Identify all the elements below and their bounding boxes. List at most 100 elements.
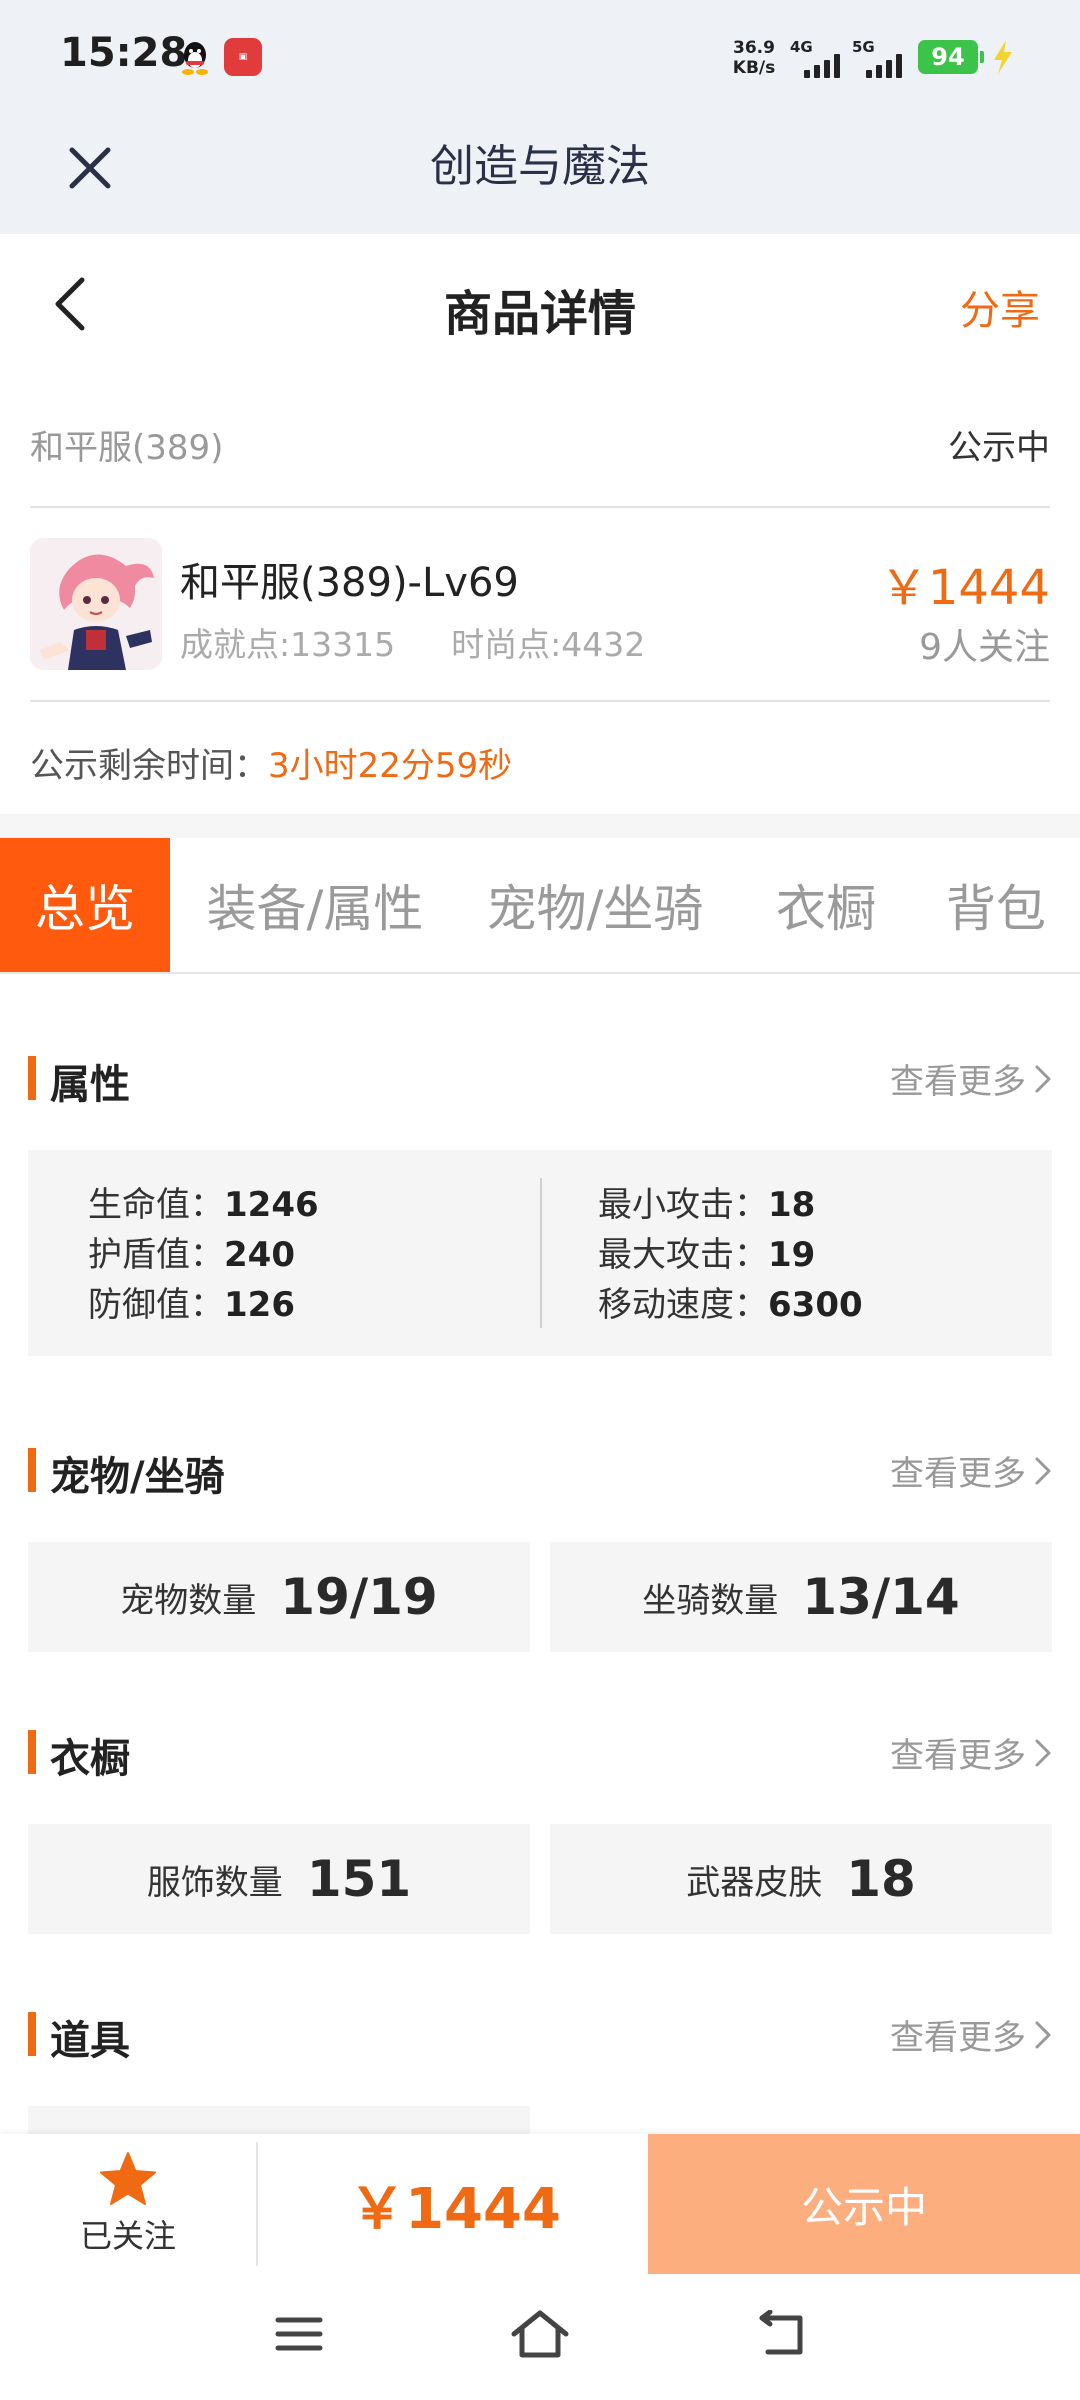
net-speed-value: 36.9 [733, 38, 775, 58]
divider [256, 2142, 258, 2266]
status-bar: 15:28 ▣ 36.9 KB/s 4G 5G 94 [0, 0, 1080, 118]
outfit-count-card: 服饰数量 151 [28, 1824, 530, 1934]
attribute-label: 最大攻击： [598, 1235, 768, 1275]
achievement-points: 成就点:13315 [180, 625, 396, 664]
net-speed-unit: KB/s [732, 58, 776, 78]
attribute-divider [540, 1178, 542, 1328]
section-accent-bar [28, 1730, 36, 1774]
section-title: 属性 [50, 1062, 130, 1108]
signal-4g: 4G [790, 38, 842, 78]
tab-bar: 总览 装备/属性 宠物/坐骑 衣橱 背包 [0, 838, 1080, 974]
attribute-column-right: 最小攻击：18 最大攻击：19 移动速度：6300 [598, 1180, 863, 1330]
attribute-row: 移动速度：6300 [598, 1280, 863, 1330]
character-avatar [30, 538, 162, 670]
menu-button[interactable] [264, 2304, 334, 2364]
publicity-button[interactable]: 公示中 [648, 2134, 1080, 2274]
tab-backpack[interactable]: 背包 [926, 838, 1066, 972]
attribute-row: 护盾值：240 [88, 1230, 319, 1280]
chevron-right-icon [1035, 1065, 1051, 1092]
stat-label: 服饰数量 [146, 1862, 283, 1903]
attribute-label: 移动速度： [598, 1285, 768, 1325]
item-card [28, 2106, 530, 2136]
publicity-status: 公示中 [948, 428, 1050, 468]
attribute-value: 1246 [224, 1185, 319, 1225]
back-system-button[interactable] [746, 2304, 816, 2364]
chevron-right-icon [1035, 1739, 1051, 1766]
page-title: 商品详情 [443, 286, 636, 342]
remaining-time-value: 3小时22分59秒 [268, 746, 513, 786]
attribute-value: 19 [768, 1235, 816, 1275]
section-header-attributes: 属性 查看更多 [28, 1048, 1052, 1108]
attribute-row: 防御值：126 [88, 1280, 319, 1330]
follower-count: 9人关注 [919, 627, 1050, 668]
attribute-row: 最小攻击：18 [598, 1180, 863, 1230]
fashion-points: 时尚点:4432 [451, 625, 646, 664]
signal-5g: 5G [852, 38, 912, 78]
tab-wardrobe[interactable]: 衣橱 [756, 838, 896, 972]
attribute-value: 126 [224, 1285, 295, 1325]
attribute-label: 生命值： [88, 1185, 224, 1225]
product-meta: 成就点:13315 时尚点:4432 [180, 618, 701, 666]
section-title: 道具 [50, 2018, 130, 2064]
view-more-link[interactable]: 查看更多 [890, 1728, 1052, 1777]
signal-icon [866, 52, 902, 78]
stat-label: 宠物数量 [120, 1580, 257, 1621]
product-card[interactable]: 和平服(389)-Lv69 成就点:13315 时尚点:4432 ￥1444 9人… [30, 536, 1050, 676]
charging-icon [994, 40, 1012, 74]
remaining-time: 公示剩余时间：3小时22分59秒 [30, 738, 512, 787]
view-more-link[interactable]: 查看更多 [890, 1054, 1052, 1103]
chevron-right-icon [1035, 2021, 1051, 2048]
attribute-row: 生命值：1246 [88, 1180, 319, 1230]
attribute-label: 护盾值： [88, 1235, 224, 1275]
follow-label: 已关注 [79, 2217, 176, 2255]
section-header-wardrobe: 衣橱 查看更多 [28, 1722, 1052, 1782]
battery-level: 94 [931, 43, 965, 71]
mini-program-header: 创造与魔法 [0, 118, 1080, 234]
app-notification-icon: ▣ [224, 38, 262, 76]
attribute-value: 6300 [768, 1285, 863, 1325]
home-button[interactable] [505, 2304, 575, 2364]
follow-button[interactable]: 已关注 [0, 2134, 256, 2274]
star-icon [100, 2152, 156, 2205]
section-title: 衣橱 [50, 1736, 130, 1782]
stat-value: 19/19 [280, 1568, 438, 1626]
stat-label: 坐骑数量 [642, 1580, 779, 1621]
section-accent-bar [28, 1448, 36, 1492]
view-more-label: 查看更多 [890, 2018, 1026, 2058]
signal-icon [804, 52, 840, 78]
view-more-label: 查看更多 [890, 1062, 1026, 1102]
character-avatar-image [30, 538, 162, 670]
tab-pets[interactable]: 宠物/坐骑 [470, 838, 720, 972]
chevron-right-icon [1035, 1457, 1051, 1484]
net-speed: 36.9 KB/s [726, 38, 782, 78]
stat-value: 18 [846, 1850, 916, 1908]
mini-program-title: 创造与魔法 [430, 141, 650, 192]
server-row: 和平服(389) 公示中 [30, 414, 1050, 474]
server-name: 和平服(389) [30, 428, 224, 468]
divider [30, 700, 1050, 702]
status-time: 15:28 [60, 30, 188, 76]
attribute-row: 最大攻击：19 [598, 1230, 863, 1280]
page-nav: 商品详情 分享 [0, 234, 1080, 374]
attribute-panel: 生命值：1246 护盾值：240 防御值：126 最小攻击：18 最大攻击：19… [28, 1150, 1052, 1356]
bottom-price: ￥1444 [349, 2176, 561, 2242]
attribute-value: 240 [224, 1235, 295, 1275]
product-price: ￥1444 [879, 560, 1050, 616]
tab-equipment[interactable]: 装备/属性 [190, 838, 440, 972]
section-accent-bar [28, 1056, 36, 1100]
home-icon [511, 2310, 569, 2358]
attribute-column-left: 生命值：1246 护盾值：240 防御值：126 [88, 1180, 319, 1330]
product-name: 和平服(389)-Lv69 [180, 560, 519, 606]
action-bar: 已关注 ￥1444 公示中 [0, 2134, 1080, 2274]
attribute-value: 18 [768, 1185, 816, 1225]
stat-value: 13/14 [802, 1568, 960, 1626]
share-button[interactable]: 分享 [960, 278, 1040, 336]
tab-overview[interactable]: 总览 [0, 838, 170, 972]
view-more-link[interactable]: 查看更多 [890, 2010, 1052, 2059]
view-more-link[interactable]: 查看更多 [890, 1446, 1052, 1495]
section-title: 宠物/坐骑 [50, 1454, 225, 1500]
qq-icon [182, 42, 208, 75]
view-more-label: 查看更多 [890, 1736, 1026, 1776]
section-header-pets: 宠物/坐骑 查看更多 [28, 1440, 1052, 1500]
pet-count-card: 宠物数量 19/19 [28, 1542, 530, 1652]
